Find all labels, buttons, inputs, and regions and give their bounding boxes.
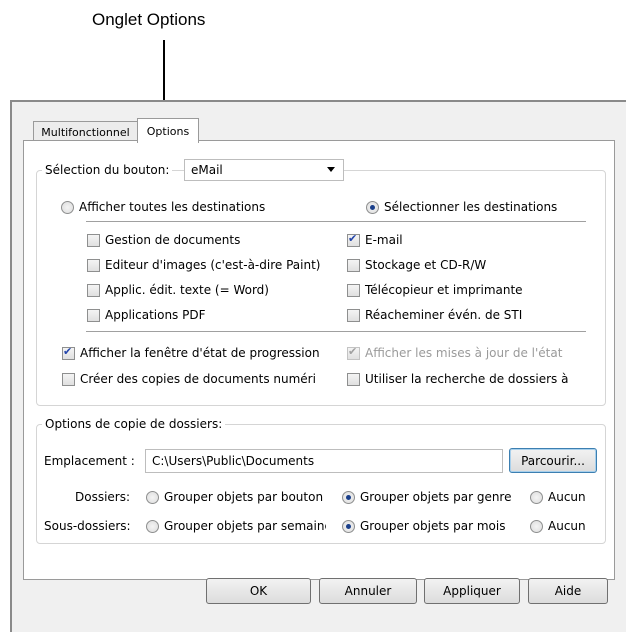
radio-label: Grouper objets par mois — [360, 519, 506, 533]
destinations-separator-bottom — [86, 331, 586, 332]
destinations-separator-top — [86, 221, 586, 222]
dest-label: E-mail — [365, 233, 403, 247]
button-select-value: eMail — [191, 163, 223, 177]
radio-label: Aucun — [548, 490, 586, 504]
radio-label: Aucun — [548, 519, 586, 533]
option-label: Afficher les mises à jour de l'état — [365, 346, 563, 360]
help-button[interactable]: Aide — [528, 578, 608, 604]
checkbox[interactable] — [87, 283, 100, 297]
folders-radio-by-type[interactable]: Grouper objets par genre — [342, 490, 520, 504]
dest-text-editor[interactable]: Applic. édit. texte (= Word) — [87, 283, 269, 297]
dest-email[interactable]: E-mail — [347, 232, 403, 247]
callout-label: Onglet Options — [92, 10, 206, 29]
checkbox[interactable] — [62, 346, 75, 360]
chevron-down-icon — [327, 167, 335, 172]
radio-select-destinations-label: Sélectionner les destinations — [384, 200, 558, 214]
button-select-dropdown[interactable]: eMail — [184, 159, 344, 181]
dest-document-management[interactable]: Gestion de documents — [87, 233, 240, 247]
checkbox — [347, 346, 360, 360]
radio-select-destinations-indicator[interactable] — [366, 200, 379, 214]
checkbox[interactable] — [347, 258, 360, 272]
dest-label: Réacheminer évén. de STI — [365, 308, 523, 322]
radio-indicator[interactable] — [530, 519, 543, 533]
folders-radio-none[interactable]: Aucun — [530, 490, 586, 504]
radio-label: Grouper objets par semaine — [164, 519, 326, 533]
dest-label: Stockage et CD-R/W — [365, 258, 487, 272]
dest-label: Gestion de documents — [105, 233, 241, 247]
option-create-copies[interactable]: Créer des copies de documents numéri — [62, 372, 330, 386]
radio-indicator[interactable] — [342, 519, 355, 533]
checkbox[interactable] — [347, 232, 360, 247]
dest-image-editor[interactable]: Editeur d'images (c'est-à-dire Paint) — [87, 258, 320, 272]
location-input[interactable]: C:\Users\Public\Documents — [145, 449, 503, 473]
folders-radio-by-button[interactable]: Grouper objets par bouton — [146, 490, 326, 504]
checkbox[interactable] — [347, 308, 360, 322]
dest-label: Applic. édit. texte (= Word) — [105, 283, 269, 297]
option-show-progress[interactable]: Afficher la fenêtre d'état de progressio… — [62, 346, 334, 360]
checkbox[interactable] — [347, 283, 360, 297]
checkbox[interactable] — [87, 308, 100, 322]
radio-show-all-indicator[interactable] — [61, 200, 74, 214]
radio-show-all[interactable]: Afficher toutes les destinations — [61, 200, 265, 214]
folder-copy-legend: Options de copie de dossiers: — [42, 417, 226, 431]
cancel-button[interactable]: Annuler — [319, 578, 417, 604]
dest-label: Télécopieur et imprimante — [365, 283, 523, 297]
checkbox[interactable] — [62, 372, 75, 386]
dest-label: Editeur d'images (c'est-à-dire Paint) — [105, 258, 321, 272]
radio-indicator[interactable] — [146, 490, 159, 504]
button-selection-label: Sélection du bouton: — [42, 163, 173, 177]
dest-pdf-applications[interactable]: Applications PDF — [87, 308, 206, 322]
location-value: C:\Users\Public\Documents — [152, 454, 315, 468]
folders-label: Dossiers: — [75, 490, 131, 504]
dest-sti-forward[interactable]: Réacheminer évén. de STI — [347, 308, 522, 322]
option-label: Afficher la fenêtre d'état de progressio… — [80, 346, 320, 360]
active-tab-joint — [138, 139, 198, 142]
radio-indicator[interactable] — [530, 490, 543, 504]
radio-show-all-label: Afficher toutes les destinations — [79, 200, 266, 214]
checkbox[interactable] — [87, 258, 100, 272]
subfolders-radio-by-month[interactable]: Grouper objets par mois — [342, 519, 520, 533]
option-folder-search[interactable]: Utiliser la recherche de dossiers à — [347, 372, 573, 386]
dest-label: Applications PDF — [105, 308, 206, 322]
option-label: Créer des copies de documents numéri — [80, 372, 316, 386]
subfolders-label: Sous-dossiers: — [44, 519, 131, 533]
radio-indicator[interactable] — [342, 490, 355, 504]
radio-select-destinations[interactable]: Sélectionner les destinations — [366, 200, 557, 214]
location-label: Emplacement : — [44, 454, 135, 468]
radio-label: Grouper objets par genre — [360, 490, 512, 504]
checkbox[interactable] — [87, 233, 100, 247]
dest-storage-cd[interactable]: Stockage et CD-R/W — [347, 258, 486, 272]
option-show-updates: Afficher les mises à jour de l'état — [347, 346, 587, 360]
dest-fax-printer[interactable]: Télécopieur et imprimante — [347, 283, 523, 297]
option-label: Utiliser la recherche de dossiers à — [365, 372, 569, 386]
checkbox[interactable] — [347, 372, 360, 386]
radio-label: Grouper objets par bouton — [164, 490, 324, 504]
subfolders-radio-by-week[interactable]: Grouper objets par semaine — [146, 519, 326, 533]
radio-indicator[interactable] — [146, 519, 159, 533]
apply-button[interactable]: Appliquer — [424, 578, 520, 604]
subfolders-radio-none[interactable]: Aucun — [530, 519, 586, 533]
ok-button[interactable]: OK — [206, 578, 311, 604]
browse-button[interactable]: Parcourir... — [509, 448, 597, 473]
